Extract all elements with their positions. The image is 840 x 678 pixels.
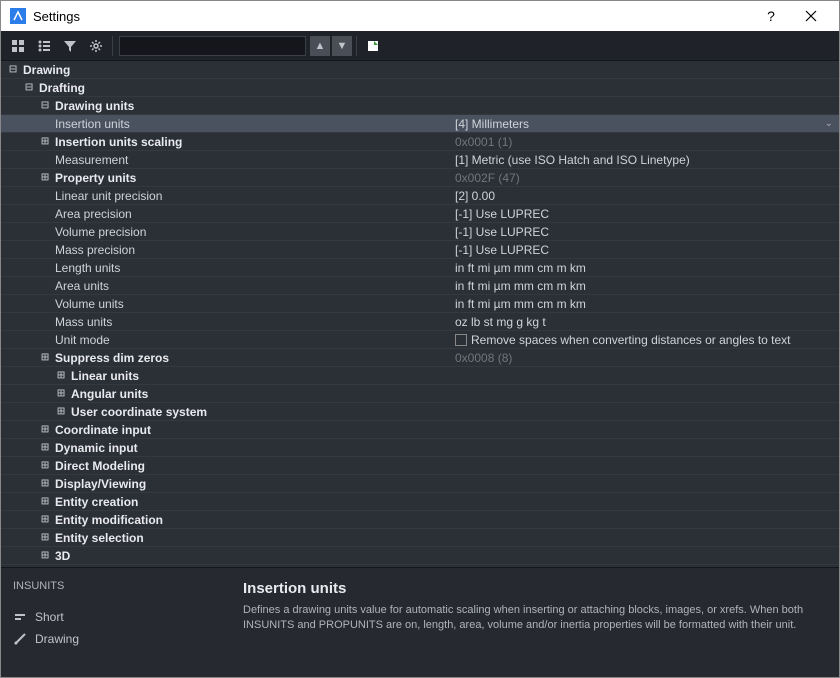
tree-node-drawing-units[interactable]: Drawing units [1,97,839,115]
row-mass-units[interactable]: Mass units oz lb st mg g kg t [1,313,839,331]
app-icon [9,7,27,25]
gear-icon[interactable] [84,34,108,58]
row-insertion-units[interactable]: Insertion units [4] Millimeters⌄ [1,115,839,133]
expand-icon[interactable] [55,406,67,418]
row-volume-units[interactable]: Volume units in ft mi µm mm cm m km [1,295,839,313]
search-input[interactable] [119,36,306,56]
description-title: Insertion units [243,580,827,597]
toolbar: ▲ ▼ [1,31,839,61]
chevron-down-icon[interactable]: ⌄ [825,118,833,129]
expand-icon[interactable] [39,460,51,472]
tree-node-drawing[interactable]: Drawing [1,61,839,79]
expand-icon[interactable] [39,514,51,526]
tree-node-direct-modeling[interactable]: Direct Modeling [1,457,839,475]
search-prev-button[interactable]: ▲ [310,36,330,56]
collapse-icon[interactable] [7,64,19,76]
tree-node-display-viewing[interactable]: Display/Viewing [1,475,839,493]
expand-icon[interactable] [39,136,51,148]
expand-icon[interactable] [39,496,51,508]
checkbox[interactable] [455,334,467,346]
tree-node-dynamic-input[interactable]: Dynamic input [1,439,839,457]
help-button[interactable]: ? [751,1,791,31]
row-mass-precision[interactable]: Mass precision [-1] Use LUPREC [1,241,839,259]
collapse-icon[interactable] [23,82,35,94]
tree-node-coordinate-input[interactable]: Coordinate input [1,421,839,439]
expand-icon[interactable] [39,550,51,562]
expand-icon[interactable] [39,442,51,454]
close-button[interactable] [791,1,831,31]
row-linear-unit-precision[interactable]: Linear unit precision [2] 0.00 [1,187,839,205]
window-title: Settings [33,9,751,24]
row-area-precision[interactable]: Area precision [-1] Use LUPREC [1,205,839,223]
row-area-units[interactable]: Area units in ft mi µm mm cm m km [1,277,839,295]
expand-icon[interactable] [39,352,51,364]
search-next-button[interactable]: ▼ [332,36,352,56]
categorized-icon[interactable] [6,34,30,58]
expand-icon[interactable] [55,370,67,382]
variable-name: INSUNITS [13,580,243,592]
tree-node-3d[interactable]: 3D [1,547,839,565]
filter-icon[interactable] [58,34,82,58]
scope-drawing: Drawing [13,628,243,650]
tree-node-drafting[interactable]: Drafting [1,79,839,97]
row-unit-mode[interactable]: Unit mode Remove spaces when converting … [1,331,839,349]
tree-node-entity-selection[interactable]: Entity selection [1,529,839,547]
tree-node-linear-units[interactable]: Linear units [1,367,839,385]
drawing-icon [13,632,27,646]
row-measurement[interactable]: Measurement [1] Metric (use ISO Hatch an… [1,151,839,169]
expand-icon[interactable] [39,424,51,436]
tree-node-angular-units[interactable]: Angular units [1,385,839,403]
row-suppress-dim-zeros[interactable]: Suppress dim zeros 0x0008 (8) [1,349,839,367]
tree-node-ucs[interactable]: User coordinate system [1,403,839,421]
collapse-icon[interactable] [39,100,51,112]
row-property-units[interactable]: Property units 0x002F (47) [1,169,839,187]
short-icon [13,610,27,624]
export-icon[interactable] [361,34,385,58]
scope-short: Short [13,606,243,628]
expand-icon[interactable] [39,532,51,544]
description-text: Defines a drawing units value for automa… [243,603,827,634]
tree-node-entity-modification[interactable]: Entity modification [1,511,839,529]
expand-icon[interactable] [55,388,67,400]
expand-icon[interactable] [39,172,51,184]
row-insertion-units-scaling[interactable]: Insertion units scaling 0x0001 (1) [1,133,839,151]
row-length-units[interactable]: Length units in ft mi µm mm cm m km [1,259,839,277]
tree-node-interference[interactable]: Interference [1,565,839,567]
tree-node-entity-creation[interactable]: Entity creation [1,493,839,511]
settings-tree[interactable]: Drawing Drafting Drawing units Insertion… [1,61,839,567]
row-volume-precision[interactable]: Volume precision [-1] Use LUPREC [1,223,839,241]
expand-icon[interactable] [39,478,51,490]
description-panel: INSUNITS Short Drawing Insertion units D… [1,567,839,677]
alphabetical-icon[interactable] [32,34,56,58]
titlebar: Settings ? [1,1,839,31]
